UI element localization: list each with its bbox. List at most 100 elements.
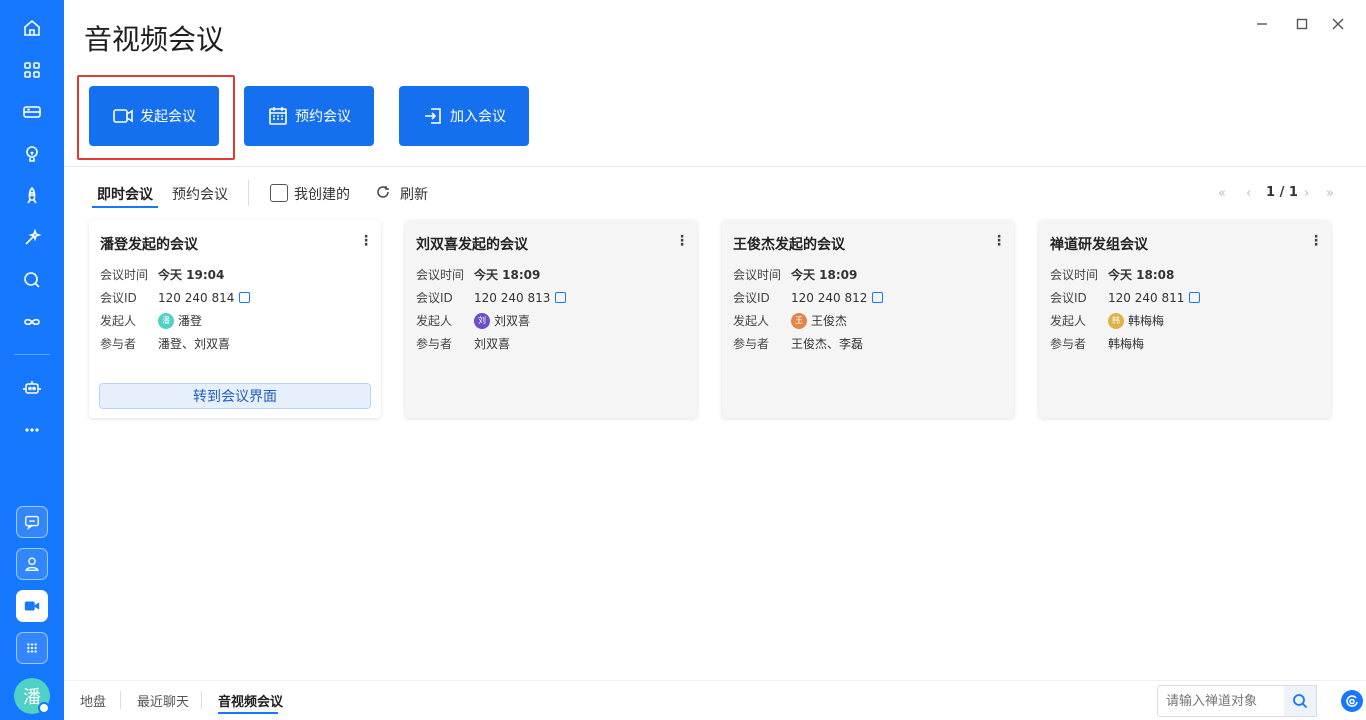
search-button[interactable] — [1284, 685, 1317, 717]
host-label: 发起人 — [100, 314, 137, 328]
meeting-id: 120 240 813 — [474, 290, 551, 305]
search-icon — [1293, 694, 1308, 709]
video-icon[interactable] — [16, 590, 48, 622]
meeting-title: 刘双喜发起的会议 — [416, 237, 528, 253]
close-icon[interactable] — [1328, 14, 1348, 34]
meeting-title: 禅道研发组会议 — [1050, 237, 1148, 253]
bottom-tab-recent-chat[interactable]: 最近聊天 — [137, 691, 189, 710]
more-vertical-icon[interactable]: ⋮ — [675, 233, 689, 249]
meeting-time: 今天 18:09 — [791, 268, 858, 282]
first-page-icon[interactable]: « — [1218, 186, 1226, 201]
meeting-time: 今天 18:09 — [474, 268, 541, 282]
contact-icon[interactable] — [16, 548, 48, 580]
host-name: 韩梅梅 — [1128, 314, 1165, 328]
copy-icon[interactable] — [872, 292, 884, 303]
time-label: 会议时间 — [416, 268, 465, 282]
participants: 潘登、刘双喜 — [158, 337, 231, 351]
schedule-meeting-label: 预约会议 — [295, 109, 351, 125]
participants-label: 参与者 — [100, 337, 137, 351]
more-icon[interactable] — [20, 418, 44, 442]
bottom-bar: 地盘 最近聊天 音视频会议 — [64, 680, 1366, 720]
search-icon[interactable] — [20, 268, 44, 292]
start-meeting-button[interactable]: 发起会议 — [89, 86, 219, 146]
participants-label: 参与者 — [733, 337, 770, 351]
participants-label: 参与者 — [1050, 337, 1087, 351]
infinity-icon[interactable] — [20, 310, 44, 334]
tab-divider — [248, 180, 249, 206]
grid-icon[interactable] — [16, 632, 48, 664]
host-avatar: 王 — [791, 312, 807, 329]
apps-icon[interactable] — [20, 58, 44, 82]
participants: 韩梅梅 — [1108, 337, 1145, 351]
maximize-icon[interactable] — [1292, 14, 1312, 34]
tab-scheduled[interactable]: 预约会议 — [172, 184, 228, 204]
page-indicator: 1 / 1 — [1266, 185, 1298, 200]
more-vertical-icon[interactable]: ⋮ — [992, 233, 1006, 249]
section-divider — [64, 166, 1366, 167]
meeting-id: 120 240 812 — [791, 290, 868, 305]
bottom-divider — [120, 691, 121, 709]
meeting-card[interactable]: 王俊杰发起的会议 ⋮ 会议时间 今天 18:09 会议ID 120 240 812 … — [722, 220, 1014, 418]
rocket-icon[interactable] — [20, 184, 44, 208]
page-title: 音视频会议 — [84, 23, 225, 56]
id-label: 会议ID — [733, 291, 770, 305]
time-label: 会议时间 — [100, 268, 149, 282]
refresh-label[interactable]: 刷新 — [400, 184, 428, 204]
schedule-meeting-button[interactable]: 预约会议 — [244, 86, 374, 146]
meeting-card[interactable]: 潘登发起的会议 ⋮ 会议时间 今天 19:04 会议ID 120 240 814 发… — [89, 220, 381, 418]
sparkle-icon[interactable] — [20, 226, 44, 250]
main-panel: 音视频会议 发起会议 预约会议 加入会议 即时会议 预约会议 我创建的 刷新 «… — [64, 0, 1366, 720]
tab-instant[interactable]: 即时会议 — [97, 184, 153, 204]
participants-label: 参与者 — [416, 337, 453, 351]
goto-meeting-button[interactable]: 转到会议界面 — [99, 383, 371, 409]
next-page-icon[interactable]: › — [1304, 186, 1309, 201]
join-meeting-button[interactable]: 加入会议 — [399, 86, 529, 146]
refresh-icon[interactable] — [376, 185, 392, 201]
bottom-tab-underline — [218, 712, 278, 714]
more-vertical-icon[interactable]: ⋮ — [1309, 233, 1323, 249]
mine-label[interactable]: 我创建的 — [294, 184, 350, 204]
bottom-divider — [201, 691, 202, 709]
tab-underline — [92, 206, 158, 208]
camera-icon — [113, 109, 133, 123]
meeting-card[interactable]: 禅道研发组会议 ⋮ 会议时间 今天 18:08 会议ID 120 240 811 发… — [1039, 220, 1331, 418]
host-label: 发起人 — [733, 314, 770, 328]
home-icon[interactable] — [20, 16, 44, 40]
meeting-time: 今天 19:04 — [158, 268, 225, 282]
inbox-icon[interactable] — [20, 100, 44, 124]
meeting-title: 王俊杰发起的会议 — [733, 237, 845, 253]
host-name: 潘登 — [178, 314, 203, 328]
bottom-tab-dashboard[interactable]: 地盘 — [80, 691, 106, 710]
host-avatar: 刘 — [474, 312, 490, 329]
time-label: 会议时间 — [733, 268, 782, 282]
lightbulb-icon[interactable] — [20, 142, 44, 166]
host-name: 王俊杰 — [811, 314, 848, 328]
meeting-time: 今天 18:08 — [1108, 268, 1175, 282]
prev-page-icon[interactable]: ‹ — [1246, 186, 1251, 201]
calendar-icon — [269, 107, 287, 125]
host-name: 刘双喜 — [494, 314, 531, 328]
robot-icon[interactable] — [20, 376, 44, 400]
mine-checkbox[interactable] — [270, 184, 288, 202]
time-label: 会议时间 — [1050, 268, 1099, 282]
host-avatar: 潘 — [158, 312, 174, 329]
meeting-id: 120 240 811 — [1108, 290, 1185, 305]
meeting-card[interactable]: 刘双喜发起的会议 ⋮ 会议时间 今天 18:09 会议ID 120 240 813 … — [405, 220, 697, 418]
status-badge — [38, 702, 50, 714]
app-logo-icon[interactable] — [1341, 690, 1363, 712]
bottom-tab-meetings[interactable]: 音视频会议 — [218, 691, 283, 710]
host-label: 发起人 — [416, 314, 453, 328]
meeting-id: 120 240 814 — [158, 290, 235, 305]
copy-icon[interactable] — [555, 292, 567, 303]
more-vertical-icon[interactable]: ⋮ — [359, 233, 373, 249]
chat-icon[interactable] — [16, 506, 48, 538]
sidebar-divider — [14, 354, 50, 355]
sidebar: 潘 — [0, 0, 64, 720]
copy-icon[interactable] — [1189, 292, 1201, 303]
join-meeting-label: 加入会议 — [450, 109, 506, 125]
copy-icon[interactable] — [239, 292, 251, 303]
minimize-icon[interactable] — [1252, 14, 1272, 34]
id-label: 会议ID — [1050, 291, 1087, 305]
last-page-icon[interactable]: » — [1326, 186, 1334, 201]
id-label: 会议ID — [100, 291, 137, 305]
